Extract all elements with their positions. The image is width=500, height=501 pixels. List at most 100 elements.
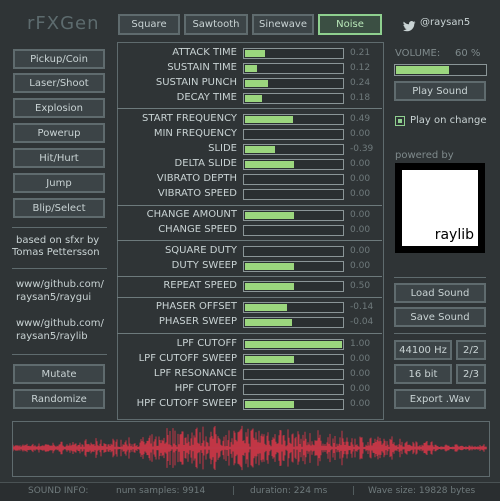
volume-slider-fill <box>396 66 449 74</box>
powerup-button[interactable]: Powerup <box>13 123 105 143</box>
randomize-button[interactable]: Randomize <box>13 389 105 409</box>
tab-sawtooth[interactable]: Sawtooth <box>184 14 248 35</box>
param-value: 0.21 <box>350 48 371 58</box>
explosion-button[interactable]: Explosion <box>13 98 105 118</box>
param-label: HPF CUTOFF SWEEP <box>136 398 237 409</box>
sample-rate-selector[interactable]: 44100 Hz <box>394 340 452 360</box>
raygui-link-line2[interactable]: raysan5/raygui <box>16 292 91 303</box>
param-slider[interactable] <box>243 63 344 74</box>
section-divider <box>117 240 382 241</box>
param-slider[interactable] <box>243 129 344 140</box>
param-slider-fill <box>245 304 287 311</box>
param-slider[interactable] <box>243 302 344 313</box>
status-duration: duration: 224 ms <box>250 486 328 496</box>
param-slider[interactable] <box>243 354 344 365</box>
param-slider[interactable] <box>243 384 344 395</box>
status-bar: SOUND INFO: num samples: 9914 | duration… <box>0 482 500 501</box>
jump-button[interactable]: Jump <box>13 173 105 193</box>
param-slider[interactable] <box>243 114 344 125</box>
sample-rate-page[interactable]: 2/2 <box>456 340 486 360</box>
param-value: 0.49 <box>350 114 371 124</box>
play-sound-button[interactable]: Play Sound <box>394 81 486 101</box>
param-slider-fill <box>245 161 294 168</box>
param-value: 0.00 <box>350 129 371 139</box>
divider <box>394 277 486 278</box>
param-slider[interactable] <box>243 159 344 170</box>
param-slider-fill <box>245 283 294 290</box>
save-sound-button[interactable]: Save Sound <box>394 307 486 327</box>
play-on-change-label[interactable]: Play on change <box>410 115 486 126</box>
load-sound-button[interactable]: Load Sound <box>394 283 486 303</box>
pickup-coin-button[interactable]: Pickup/Coin <box>13 49 105 69</box>
play-on-change-checkbox[interactable] <box>395 116 405 126</box>
section-divider <box>117 205 382 206</box>
status-samples: num samples: 9914 <box>116 486 206 496</box>
param-label: DUTY SWEEP <box>171 260 237 271</box>
param-label: VIBRATO DEPTH <box>156 173 237 184</box>
param-value: 0.50 <box>350 281 371 291</box>
param-slider[interactable] <box>243 48 344 59</box>
param-label: HPF CUTOFF <box>174 383 237 394</box>
param-label: PHASER OFFSET <box>155 301 237 312</box>
param-slider[interactable] <box>243 339 344 350</box>
param-label: DECAY TIME <box>176 92 237 103</box>
param-value: -0.04 <box>350 317 374 327</box>
param-label: SUSTAIN PUNCH <box>155 77 237 88</box>
raylib-link-line2[interactable]: raysan5/raylib <box>16 331 88 342</box>
param-label: DELTA SLIDE <box>174 158 237 169</box>
param-value: -0.39 <box>350 144 374 154</box>
mutate-button[interactable]: Mutate <box>13 364 105 384</box>
credits-line2: Tomas Pettersson <box>12 247 100 258</box>
param-value: 0.00 <box>350 246 371 256</box>
param-slider[interactable] <box>243 317 344 328</box>
param-slider[interactable] <box>243 225 344 236</box>
param-label: CHANGE SPEED <box>158 224 237 235</box>
waveform-display <box>12 421 490 477</box>
param-slider-fill <box>245 146 275 153</box>
param-value: 0.00 <box>350 159 371 169</box>
export-wav-button[interactable]: Export .Wav <box>394 389 486 409</box>
divider <box>12 354 107 355</box>
raylib-link-line1[interactable]: www/github.com/ <box>16 318 104 329</box>
param-slider[interactable] <box>243 281 344 292</box>
param-value: 0.00 <box>350 369 371 379</box>
param-label: VIBRATO SPEED <box>157 188 237 199</box>
param-slider[interactable] <box>243 399 344 410</box>
param-value: 0.00 <box>350 189 371 199</box>
twitter-icon[interactable] <box>403 17 416 36</box>
volume-label: VOLUME: <box>395 48 441 59</box>
param-slider-fill <box>245 263 294 270</box>
param-value: 0.18 <box>350 93 371 103</box>
param-slider-fill <box>245 50 265 57</box>
param-label: ATTACK TIME <box>172 47 237 58</box>
divider <box>12 227 107 228</box>
param-label: LPF RESONANCE <box>153 368 237 379</box>
param-slider-fill <box>245 116 293 123</box>
tab-noise[interactable]: Noise <box>318 14 382 35</box>
param-slider[interactable] <box>243 210 344 221</box>
param-slider[interactable] <box>243 78 344 89</box>
param-slider[interactable] <box>243 261 344 272</box>
param-slider[interactable] <box>243 174 344 185</box>
param-value: 0.00 <box>350 261 371 271</box>
param-slider[interactable] <box>243 246 344 257</box>
param-slider[interactable] <box>243 93 344 104</box>
twitter-handle[interactable]: @raysan5 <box>420 17 470 28</box>
laser-shoot-button[interactable]: Laser/Shoot <box>13 73 105 93</box>
raygui-link-line1[interactable]: www/github.com/ <box>16 279 104 290</box>
divider <box>394 333 486 334</box>
tab-sinewave[interactable]: Sinewave <box>252 14 314 35</box>
volume-value: 60 % <box>455 48 481 59</box>
param-value: 0.00 <box>350 354 371 364</box>
volume-slider[interactable] <box>394 64 487 76</box>
param-slider[interactable] <box>243 189 344 200</box>
param-slider[interactable] <box>243 144 344 155</box>
param-slider[interactable] <box>243 369 344 380</box>
status-divider: | <box>352 486 356 496</box>
hit-hurt-button[interactable]: Hit/Hurt <box>13 148 105 168</box>
blip-select-button[interactable]: Blip/Select <box>13 198 105 218</box>
tab-square[interactable]: Square <box>118 14 180 35</box>
bit-depth-page[interactable]: 2/3 <box>456 364 486 384</box>
param-value: 0.00 <box>350 225 371 235</box>
bit-depth-selector[interactable]: 16 bit <box>394 364 452 384</box>
